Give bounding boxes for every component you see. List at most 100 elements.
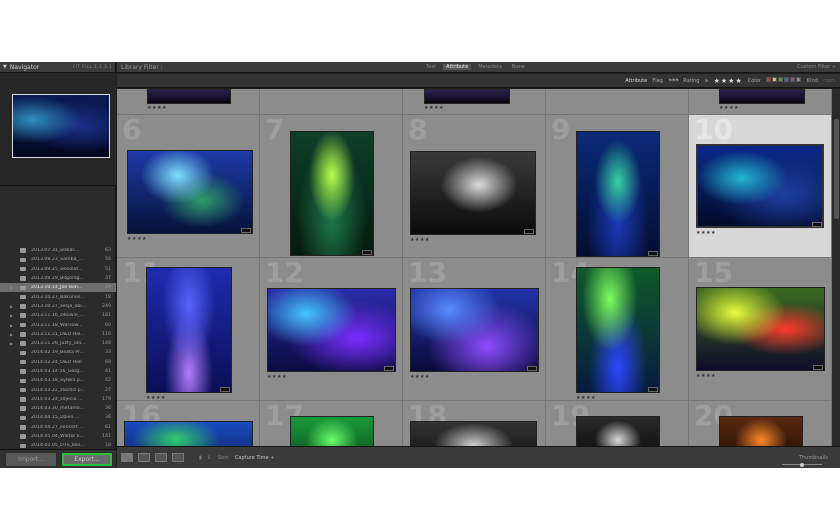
photo-thumbnail[interactable] [576,131,660,257]
edit-badge-icon[interactable] [220,387,230,392]
filter-tab[interactable]: Text [423,64,439,70]
thumbnail-cell[interactable]: 14 ★★★★ [546,258,689,401]
photo-thumbnail[interactable] [424,89,510,104]
photo-thumbnail[interactable] [290,131,374,256]
collapse-triangle-icon[interactable]: ▼ [3,64,7,70]
thumbnail-cell[interactable]: ★★★★ [117,89,260,115]
edit-badge-icon[interactable] [648,251,658,256]
thumbnail-cell[interactable]: 9★★★★ [546,115,689,258]
thumbnail-cell[interactable]: 8 ★★★★ [403,115,546,258]
thumbnail-cell[interactable]: 15 ★★★★ [689,258,832,401]
photo-thumbnail[interactable] [410,421,537,446]
expand-arrow-icon[interactable]: ▶ [10,304,13,309]
folder-item[interactable]: ▶ 2013.10.27_sesja_obi... 249 [0,302,116,311]
color-swatch[interactable] [795,77,801,82]
photo-thumbnail[interactable] [146,267,232,393]
photo-thumbnail[interactable] [696,144,824,228]
folder-item[interactable]: 2014.03.30_metamo... 36 [0,404,116,413]
photo-thumbnail[interactable] [576,416,660,446]
photo-thumbnail[interactable] [147,89,231,104]
filter-tab[interactable]: None [509,64,528,70]
folder-item[interactable]: 2014.05.04_Wiktor k... 141 [0,432,116,441]
folder-item[interactable]: 2013.09.25_wesolat... 51 [0,265,116,274]
thumbnail-cell[interactable]: 11 ★★★★ [117,258,260,401]
expand-arrow-icon[interactable]: ▶ [10,313,13,318]
painter-icon[interactable]: ▮ [199,455,202,461]
folder-item[interactable]: 2014.02.24_O&D Hall 68 [0,358,116,367]
folder-item[interactable]: 2014.03.22_zlochiz p... 27 [0,385,116,394]
photo-thumbnail[interactable] [124,421,253,446]
photo-thumbnail[interactable] [719,416,803,446]
photo-thumbnail[interactable] [127,150,253,234]
photo-thumbnail[interactable] [410,288,539,372]
folder-item[interactable]: 2014.04.27_koncert ... 61 [0,423,116,432]
edit-badge-icon[interactable] [241,228,251,233]
thumbnail-cell[interactable]: 10 ★★★★ [689,115,832,258]
grid-view-button[interactable] [121,453,133,462]
expand-arrow-icon[interactable]: ▶ [10,332,13,337]
edit-badge-icon[interactable] [524,229,534,234]
filter-tab[interactable]: Attribute [443,64,472,70]
folder-item[interactable]: ▶ 2013.11.21_D&D Hal... 116 [0,330,116,339]
thumbnail-cell[interactable]: ★★★★ [689,89,832,115]
photo-thumbnail[interactable] [576,267,660,393]
photo-thumbnail[interactable] [410,151,536,235]
import-button[interactable]: Import... [6,453,56,466]
thumbnail-size-slider-knob[interactable] [800,463,804,467]
color-swatch[interactable] [771,77,777,82]
edit-badge-icon[interactable] [813,365,823,370]
kind-filter-icons[interactable]: ▭▭▭ [823,78,835,84]
sort-direction-icon[interactable]: ↕ [207,455,211,461]
filter-preset-select[interactable]: Custom Filter ÷ [797,64,836,70]
sort-select[interactable]: Capture Time ÷ [235,455,275,461]
thumbnail-cell[interactable]: 16 [117,401,260,446]
thumbnail-cell[interactable]: 17 [260,401,403,446]
compare-view-button[interactable] [155,453,167,462]
survey-view-button[interactable] [172,453,184,462]
thumbnail-cell[interactable] [546,89,689,115]
edit-badge-icon[interactable] [384,366,394,371]
scrollbar-thumb[interactable] [834,119,839,219]
filter-tab[interactable]: Metadata [475,64,505,70]
navigator-zoom-options[interactable]: FIT FILL 1:1 3:1 [73,65,112,70]
rating-stars[interactable]: ★★★★ [714,77,743,85]
edit-badge-icon[interactable] [362,250,372,255]
edit-badge-icon[interactable] [648,387,658,392]
thumbnail-cell[interactable]: 20 [689,401,832,446]
thumbnail-cell[interactable]: 7★★★★ [260,115,403,258]
photo-thumbnail[interactable] [696,287,825,371]
loupe-view-button[interactable] [138,453,150,462]
rating-operator[interactable]: ≥ [704,78,708,84]
navigator-preview-thumbnail[interactable] [12,94,110,158]
folder-item[interactable]: 2014.03.14-16_Gorg... 41 [0,367,116,376]
folder-item[interactable]: 2014.02.19_Beata Pr... 33 [0,348,116,357]
folder-item[interactable]: 2014.03.18_Sylwia p... 42 [0,376,116,385]
folder-item[interactable]: 2013.09.29_Bilgorag... 37 [0,274,116,283]
expand-arrow-icon[interactable]: ▶ [10,323,13,328]
thumbnail-cell[interactable]: 19 [546,401,689,446]
photo-thumbnail[interactable] [290,416,374,446]
photo-thumbnail[interactable] [719,89,805,104]
color-swatch[interactable] [765,77,771,82]
flag-filter-icons[interactable]: ⚑⚑⚑ [668,78,679,84]
edit-badge-icon[interactable] [527,366,537,371]
navigator-header[interactable]: ▼ Navigator FIT FILL 1:1 3:1 [0,62,115,73]
thumbnail-cell[interactable]: ★★★★ [403,89,546,115]
folder-item[interactable]: ▶ 2013.11.26_juzty_obi... 148 [0,339,116,348]
grid-scrollbar[interactable] [832,89,840,446]
thumbnail-cell[interactable] [260,89,403,115]
color-swatch[interactable] [783,77,789,82]
folder-item[interactable]: 2014.05.05_DTS_kon... 18 [0,441,116,449]
folder-item[interactable]: 2013.10.27_Bakuries... 18 [0,292,116,301]
color-swatch[interactable] [789,77,795,82]
expand-arrow-icon[interactable]: ▶ [10,285,13,290]
folder-item[interactable]: ▶ 2013.11.16_zibowie_... 181 [0,311,116,320]
thumbnail-cell[interactable]: 13 ★★★★ [403,258,546,401]
export-button[interactable]: Export... [62,453,112,466]
folder-item[interactable]: ▶ 2013.10.14_Joe Bon... 29 [0,283,116,293]
folder-item[interactable]: 2014.04.15_Dzien ... 36 [0,413,116,422]
edit-badge-icon[interactable] [812,222,822,227]
folder-item[interactable]: 2013.07.31_wakac... 63 [0,246,116,255]
photo-thumbnail[interactable] [267,288,396,372]
color-swatch[interactable] [777,77,783,82]
